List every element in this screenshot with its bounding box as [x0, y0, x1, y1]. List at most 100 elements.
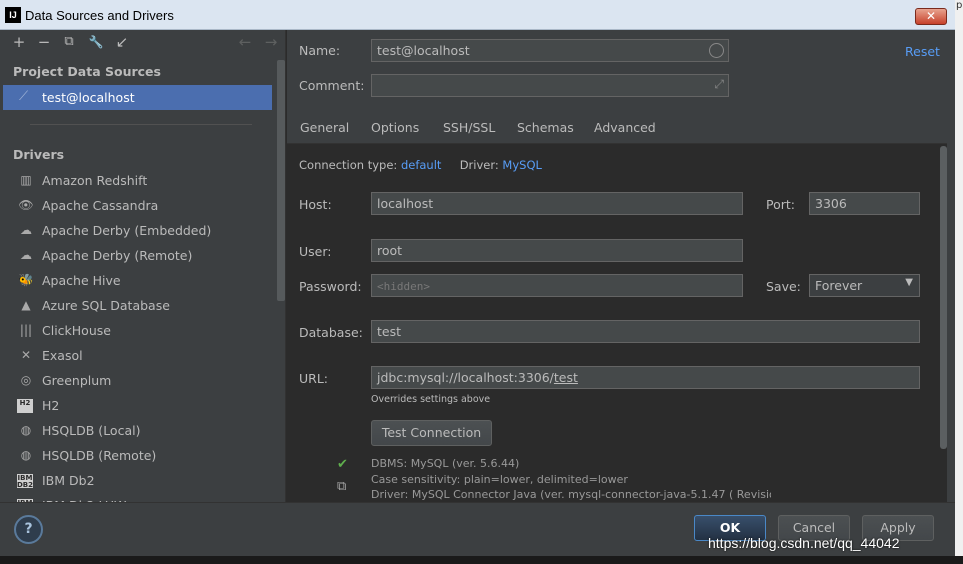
- reset-link[interactable]: Reset: [905, 44, 940, 59]
- url-label: URL:: [299, 371, 329, 386]
- wrench-icon[interactable]: 🔧: [87, 33, 105, 51]
- connection-type-label: Connection type:: [299, 158, 398, 172]
- background-window-edge: p: [955, 0, 963, 564]
- port-label: Port:: [766, 197, 795, 212]
- case-info: Case sensitivity: plain=lower, delimited…: [371, 473, 628, 486]
- data-source-item[interactable]: ⟋ test@localhost: [3, 85, 272, 110]
- driver-icon: ☁: [20, 248, 32, 262]
- driver-label: Apache Derby (Embedded): [42, 223, 212, 238]
- database-label: Database:: [299, 325, 363, 340]
- right-scrollbar[interactable]: [940, 146, 947, 449]
- driver-icon: ▥: [20, 173, 32, 187]
- driver-icon: ▲: [21, 298, 31, 312]
- driver-item[interactable]: ▥ Amazon Redshift: [0, 168, 272, 193]
- edge-glyph: p: [956, 0, 963, 11]
- driver-label: Apache Derby (Remote): [42, 248, 193, 263]
- host-field[interactable]: localhost: [371, 192, 743, 215]
- tab-advanced[interactable]: Advanced: [594, 120, 656, 144]
- tab-schemas[interactable]: Schemas: [517, 120, 574, 144]
- left-pane: + − ⧉ 🔧 ↙ ← → Project Data Sources ⟋ tes…: [0, 30, 286, 513]
- save-select[interactable]: Forever ▼: [809, 274, 920, 297]
- driver-item[interactable]: ✕ Exasol: [0, 343, 272, 368]
- name-label: Name:: [299, 43, 341, 58]
- chevron-down-icon: ▼: [905, 277, 913, 288]
- copy-icon[interactable]: ⧉: [337, 479, 346, 494]
- driver-label: H2: [42, 398, 60, 413]
- tab-ssh-ssl[interactable]: SSH/SSL: [443, 120, 495, 144]
- comment-field[interactable]: ⤢: [371, 74, 729, 97]
- port-field[interactable]: 3306: [809, 192, 920, 215]
- driver-info: Driver: MySQL Connector Java (ver. mysql…: [371, 488, 771, 501]
- tab-general[interactable]: General: [300, 120, 349, 144]
- driver-label: HSQLDB (Local): [42, 423, 141, 438]
- color-circle-icon[interactable]: [709, 43, 724, 58]
- driver-label: Apache Cassandra: [42, 198, 159, 213]
- data-source-icon: ⟋: [19, 89, 29, 104]
- watermark: https://blog.csdn.net/qq_44042: [708, 535, 900, 551]
- driver-label: Exasol: [42, 348, 83, 363]
- add-icon[interactable]: +: [10, 33, 28, 51]
- comment-label: Comment:: [299, 78, 365, 93]
- driver-icon: H2: [17, 399, 33, 413]
- driver-link[interactable]: MySQL: [502, 158, 542, 172]
- divider: [30, 124, 252, 125]
- title-bar: IJ Data Sources and Drivers ✕: [0, 0, 963, 30]
- right-pane: Name: test@localhost Reset Comment: ⤢ Ge…: [287, 30, 955, 502]
- remove-icon[interactable]: −: [35, 33, 53, 51]
- app-icon: IJ: [5, 7, 21, 23]
- password-field[interactable]: <hidden>: [371, 274, 743, 297]
- help-button[interactable]: ?: [14, 515, 43, 544]
- driver-item[interactable]: ☁ Apache Derby (Remote): [0, 243, 272, 268]
- expand-icon[interactable]: ⤢: [714, 77, 724, 92]
- left-toolbar: + − ⧉ 🔧 ↙ ← →: [0, 30, 286, 56]
- dbms-info: DBMS: MySQL (ver. 5.6.44): [371, 457, 520, 470]
- driver-item[interactable]: ||| ClickHouse: [0, 318, 272, 343]
- driver-icon: 🐝: [18, 273, 34, 287]
- close-button[interactable]: ✕: [915, 8, 947, 25]
- driver-icon: ◍: [20, 448, 32, 462]
- connection-type-link[interactable]: default: [401, 158, 441, 172]
- driver-icon: ☁: [20, 223, 32, 237]
- driver-label: Driver:: [459, 158, 499, 172]
- driver-item[interactable]: 👁 Apache Cassandra: [0, 193, 272, 218]
- driver-icon: |||: [19, 323, 33, 337]
- driver-item[interactable]: 🐝 Apache Hive: [0, 268, 272, 293]
- overrides-note: Overrides settings above: [371, 394, 491, 405]
- drivers-title: Drivers: [13, 147, 65, 162]
- driver-label: ClickHouse: [42, 323, 111, 338]
- left-scrollbar[interactable]: [277, 60, 285, 301]
- name-value: test@localhost: [377, 43, 470, 58]
- driver-label: HSQLDB (Remote): [42, 448, 157, 463]
- forward-arrow-icon[interactable]: →: [262, 33, 280, 51]
- driver-icon: IBM DB2: [17, 474, 34, 489]
- driver-icon: ◍: [20, 423, 32, 437]
- password-label: Password:: [299, 279, 362, 294]
- driver-label: Greenplum: [42, 373, 112, 388]
- driver-item[interactable]: H2 H2: [0, 393, 272, 418]
- duplicate-icon[interactable]: ⧉: [60, 33, 78, 51]
- project-data-sources-title: Project Data Sources: [13, 64, 161, 79]
- navigate-icon[interactable]: ↙: [113, 33, 131, 51]
- database-field[interactable]: test: [371, 320, 920, 343]
- driver-item[interactable]: IBM DB2 IBM Db2: [0, 468, 272, 493]
- data-source-label: test@localhost: [42, 90, 135, 105]
- driver-item[interactable]: ◍ HSQLDB (Local): [0, 418, 272, 443]
- user-field[interactable]: root: [371, 239, 743, 262]
- driver-item[interactable]: ▲ Azure SQL Database: [0, 293, 272, 318]
- save-label: Save:: [766, 279, 801, 294]
- name-field[interactable]: test@localhost: [371, 39, 729, 62]
- connection-info-line: Connection type: default Driver: MySQL: [299, 158, 542, 172]
- driver-item[interactable]: ◎ Greenplum: [0, 368, 272, 393]
- url-field[interactable]: jdbc:mysql://localhost:3306/test: [371, 366, 920, 389]
- window-title: Data Sources and Drivers: [25, 8, 174, 23]
- driver-label: IBM Db2: [42, 473, 95, 488]
- save-value: Forever: [815, 278, 863, 293]
- test-connection-button[interactable]: Test Connection: [371, 420, 492, 446]
- back-arrow-icon[interactable]: ←: [236, 33, 254, 51]
- driver-item[interactable]: ☁ Apache Derby (Embedded): [0, 218, 272, 243]
- driver-icon: ◎: [20, 373, 32, 387]
- driver-item[interactable]: ◍ HSQLDB (Remote): [0, 443, 272, 468]
- driver-label: Apache Hive: [42, 273, 121, 288]
- tab-options[interactable]: Options: [371, 120, 419, 144]
- driver-label: Azure SQL Database: [42, 298, 170, 313]
